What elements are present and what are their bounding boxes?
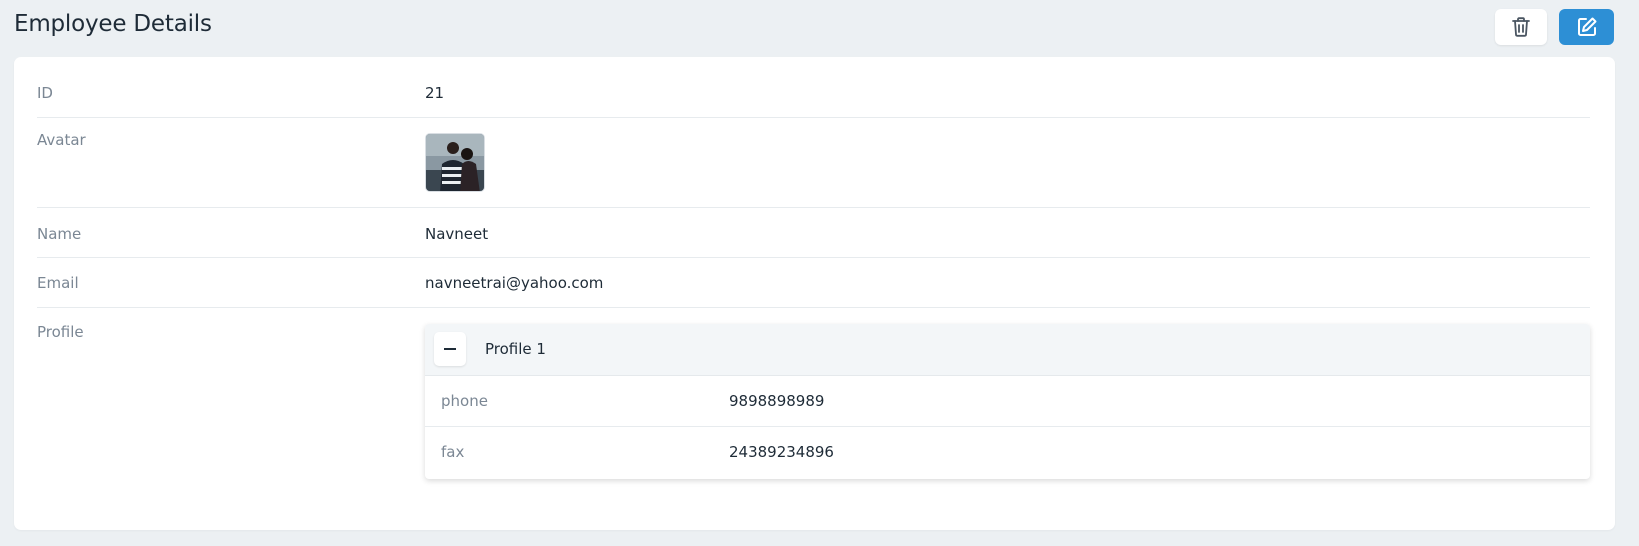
detail-row-name: Name Navneet: [37, 208, 1590, 258]
name-value: Navneet: [425, 225, 489, 243]
fax-label: fax: [441, 443, 465, 461]
email-label: Email: [37, 274, 79, 292]
phone-value: 9898898989: [729, 392, 825, 410]
profile-title: Profile 1: [485, 340, 546, 358]
detail-row-email: Email navneetrai@yahoo.com: [37, 258, 1590, 308]
profile-panel-header: Profile 1: [425, 324, 1590, 376]
email-value: navneetrai@yahoo.com: [425, 274, 604, 292]
fax-value: 24389234896: [729, 443, 834, 461]
collapse-button[interactable]: [434, 332, 466, 366]
avatar: [425, 133, 485, 192]
avatar-photo: [426, 134, 484, 191]
trash-icon: [1512, 17, 1530, 37]
minus-icon: [444, 348, 456, 350]
detail-row-avatar: Avatar: [37, 118, 1590, 208]
edit-icon: [1577, 17, 1596, 36]
profile-field-row: fax 24389234896: [425, 427, 1590, 478]
id-value: 21: [425, 84, 445, 102]
profile-panel: Profile 1 phone 9898898989 fax 243892348…: [425, 324, 1590, 479]
detail-row-id: ID 21: [37, 84, 1590, 118]
avatar-label: Avatar: [37, 131, 86, 149]
edit-button[interactable]: [1559, 9, 1614, 45]
details-card: ID 21 Avatar Name Navneet Email navneetr…: [14, 57, 1615, 530]
profile-field-row: phone 9898898989: [425, 376, 1590, 427]
page-title: Employee Details: [14, 11, 212, 37]
name-label: Name: [37, 225, 82, 243]
phone-label: phone: [441, 392, 488, 410]
detail-row-profile: Profile Profile 1 phone 9898898989 fax 2…: [37, 308, 1590, 508]
delete-button[interactable]: [1495, 9, 1547, 45]
profile-label: Profile: [37, 323, 84, 341]
id-label: ID: [37, 84, 53, 102]
